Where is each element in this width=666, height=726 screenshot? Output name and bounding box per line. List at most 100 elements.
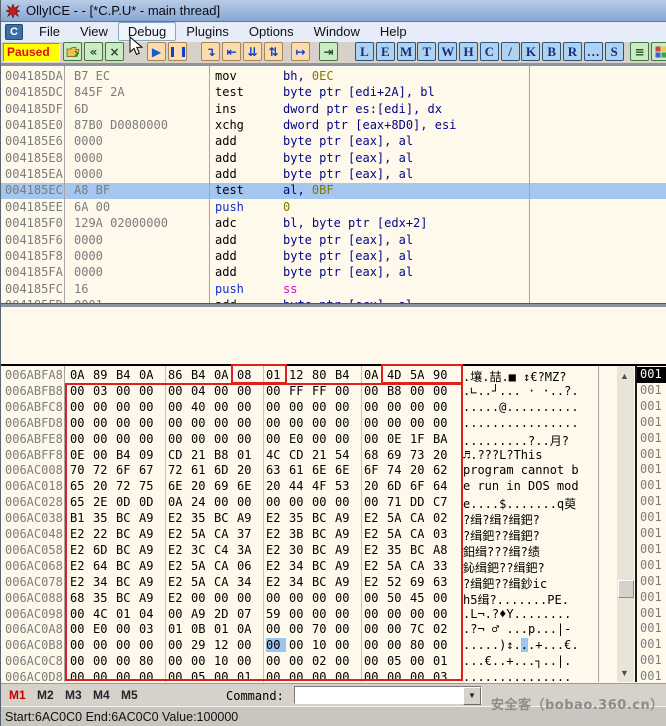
stack-row[interactable]: 001	[637, 399, 666, 415]
go-to-button[interactable]: ⇥	[319, 42, 338, 61]
combo-dropdown-button[interactable]: ▼	[463, 687, 481, 705]
dump-address: 006AC0A8	[5, 622, 63, 636]
execute-till-return-button[interactable]: ↦	[291, 42, 310, 61]
open-file-button[interactable]	[63, 42, 82, 61]
window-button-slash[interactable]: /	[501, 42, 520, 61]
appearance-button[interactable]	[651, 42, 666, 61]
window-button-c[interactable]: C	[480, 42, 499, 61]
window-button-l[interactable]: L	[355, 42, 374, 61]
stack-row[interactable]: 001	[637, 447, 666, 463]
operand-segment: byte ptr [edi+2A], bl	[283, 85, 435, 99]
stack-row[interactable]: 001	[637, 462, 666, 478]
disasm-row[interactable]: 004185E60000addbyte ptr [eax], al	[1, 134, 666, 150]
scroll-down-icon[interactable]: ▼	[620, 668, 629, 678]
tab-m4[interactable]: M4	[93, 688, 110, 702]
stack-row[interactable]: 001	[637, 510, 666, 526]
stack-row[interactable]: 001	[637, 431, 666, 447]
animate-over-button[interactable]: ⇅	[264, 42, 283, 61]
dump-ascii: .....)↕...+...€.	[463, 638, 597, 652]
disasm-address: 004185E8	[5, 151, 63, 165]
window-button-b[interactable]: B	[542, 42, 561, 61]
menu-item-window[interactable]: Window	[304, 22, 370, 41]
pause-button[interactable]	[168, 42, 187, 61]
menu-item-file[interactable]: File	[29, 22, 70, 41]
operand-segment: byte ptr [eax], al	[283, 151, 413, 165]
stack-row[interactable]: 001	[637, 542, 666, 558]
mdi-child-icon[interactable]: C	[5, 24, 23, 40]
dump-address: 006AC008	[5, 463, 63, 477]
disasm-row[interactable]: 004185DC845F 2Atestbyte ptr [edi+2A], bl	[1, 85, 666, 101]
tab-m5[interactable]: M5	[121, 688, 138, 702]
scrollbar-thumb[interactable]	[618, 580, 634, 598]
info-pane	[1, 307, 666, 364]
disasm-row[interactable]: 004185F80000addbyte ptr [eax], al	[1, 249, 666, 265]
dump-byte: B4	[335, 368, 355, 382]
tab-m1[interactable]: M1	[9, 688, 26, 702]
menu-item-view[interactable]: View	[70, 22, 118, 41]
stack-row[interactable]: 001	[637, 637, 666, 653]
disasm-row[interactable]: 004185DF6Dinsdword ptr es:[edi], dx	[1, 102, 666, 118]
dump-ascii: .....@..........	[463, 400, 597, 414]
stack-row[interactable]: 001	[637, 478, 666, 494]
window-button-breakpoints[interactable]: …	[584, 42, 603, 61]
menu-item-help[interactable]: Help	[370, 22, 417, 41]
stack-row[interactable]: 001	[637, 621, 666, 637]
stack-row[interactable]: 001	[637, 415, 666, 431]
stack-row[interactable]: 001	[637, 590, 666, 606]
close-program-button[interactable]: ×	[105, 42, 124, 61]
window-button-h[interactable]: H	[459, 42, 478, 61]
stack-row[interactable]: 001	[637, 606, 666, 622]
dump-byte: 86	[168, 368, 188, 382]
command-combobox[interactable]: ▼	[294, 686, 482, 704]
disasm-row[interactable]: 004185F0129A 02000000adcbl, byte ptr [ed…	[1, 216, 666, 232]
disasm-address: 004185F0	[5, 216, 63, 230]
scroll-up-icon[interactable]: ▲	[620, 371, 629, 381]
stack-row[interactable]: 001	[637, 383, 666, 399]
log-options-button[interactable]: ≡	[630, 42, 649, 61]
dump-ascii: 鈊缉鈀??缉鈀?	[463, 559, 597, 576]
step-into-button[interactable]: ↴	[201, 42, 220, 61]
stack-row[interactable]: 001	[637, 653, 666, 669]
stack-row[interactable]: 001	[637, 574, 666, 590]
window-button-t[interactable]: T	[417, 42, 436, 61]
disasm-row[interactable]: 004185EE6A 00push0	[1, 200, 666, 216]
stack-row[interactable]: 001	[637, 526, 666, 542]
stack-row[interactable]: 001	[637, 494, 666, 510]
window-button-s[interactable]: S	[605, 42, 624, 61]
window-button-k[interactable]: K	[521, 42, 540, 61]
stack-row[interactable]: 001	[637, 669, 666, 682]
disasm-row[interactable]: 004185F60000addbyte ptr [eax], al	[1, 233, 666, 249]
disasm-row[interactable]: 004185DAB7 ECmovbh, 0EC	[1, 69, 666, 85]
window-button-r[interactable]: R	[563, 42, 582, 61]
disasm-address: 004185F6	[5, 233, 63, 247]
disasm-row[interactable]: 004185FC16pushss	[1, 282, 666, 298]
disassembly-pane[interactable]: 004185DAB7 ECmovbh, 0EC004185DC845F 2Ate…	[1, 65, 666, 304]
window-button-e[interactable]: E	[376, 42, 395, 61]
menu-item-options[interactable]: Options	[239, 22, 304, 41]
dump-scrollbar[interactable]: ▲▼	[617, 366, 634, 682]
tab-m2[interactable]: M2	[37, 688, 54, 702]
disasm-row[interactable]: 004185ECA8 BFtestal, 0BF	[1, 183, 666, 199]
stack-pane[interactable]: 0010010010010010010010010010010010010010…	[635, 366, 666, 682]
stack-row[interactable]: 001	[637, 367, 666, 383]
dump-row[interactable]: 006ABFA80A89B40A86B40A08011280B40A4D5A90…	[1, 368, 635, 384]
tab-m3[interactable]: M3	[65, 688, 82, 702]
step-over-button[interactable]: ⇤	[222, 42, 241, 61]
disasm-row[interactable]: 004185FA0000addbyte ptr [eax], al	[1, 265, 666, 281]
dump-byte: 89	[93, 368, 113, 382]
disasm-row[interactable]: 004185E087B0 D0080000xchgdword ptr [eax+…	[1, 118, 666, 134]
animate-into-button[interactable]: ⇊	[243, 42, 262, 61]
disasm-operands: bh, 0EC	[283, 69, 334, 83]
restart-button[interactable]: «	[84, 42, 103, 61]
disasm-row[interactable]: 004185E80000addbyte ptr [eax], al	[1, 151, 666, 167]
dump-byte: 0A	[70, 368, 90, 382]
window-button-w[interactable]: W	[438, 42, 457, 61]
window-button-m[interactable]: M	[397, 42, 416, 61]
disasm-row[interactable]: 004185EA0000addbyte ptr [eax], al	[1, 167, 666, 183]
menu-item-debug[interactable]: Debug	[118, 22, 176, 41]
operand-segment: byte ptr [eax], al	[283, 233, 413, 247]
run-button[interactable]: ▶	[147, 42, 166, 61]
command-input[interactable]	[296, 688, 466, 704]
stack-row[interactable]: 001	[637, 558, 666, 574]
menu-item-plugins[interactable]: Plugins	[176, 22, 239, 41]
